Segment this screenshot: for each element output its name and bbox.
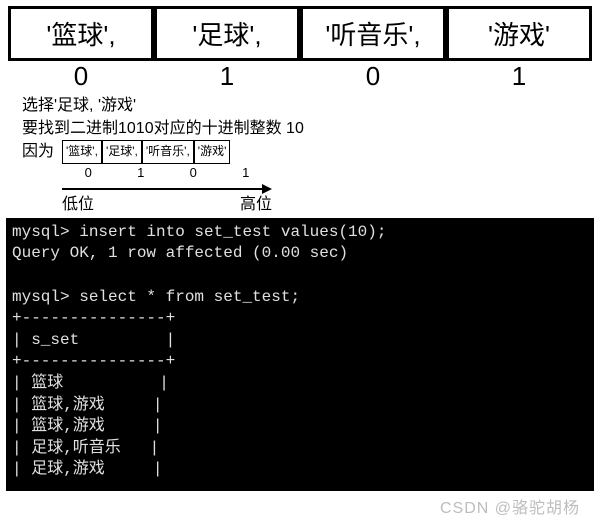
small-cell-2: '听音乐', <box>142 140 194 163</box>
small-index-0: 0 <box>62 164 115 183</box>
small-set-table: '篮球', '足球', '听音乐', '游戏' <box>62 140 272 163</box>
explain-line2: 要找到二进制1010对应的十进制整数 10 <box>22 117 578 140</box>
big-index-3: 1 <box>446 61 592 92</box>
sql-terminal: mysql> insert into set_test values(10); … <box>6 218 594 491</box>
csdn-watermark: CSDN @骆驼胡杨 <box>440 494 580 518</box>
small-table-wrap: '篮球', '足球', '听音乐', '游戏' 0 1 0 1 低位 高位 <box>62 140 272 215</box>
small-cell-1: '足球', <box>102 140 142 163</box>
explain-line1: 选择'足球, '游戏' <box>22 94 578 117</box>
small-index-row: 0 1 0 1 <box>62 164 272 183</box>
small-index-3: 1 <box>220 164 273 183</box>
big-set-table: '篮球', '足球', '听音乐', '游戏' <box>8 6 592 61</box>
big-cell-2: '听音乐', <box>300 6 446 61</box>
high-bit-label: 高位 <box>240 193 272 216</box>
small-index-1: 1 <box>115 164 168 183</box>
big-cell-1: '足球', <box>154 6 300 61</box>
small-cell-3: '游戏' <box>194 140 231 163</box>
big-index-2: 0 <box>300 61 446 92</box>
big-index-0: 0 <box>8 61 154 92</box>
position-labels: 低位 高位 <box>62 193 272 216</box>
big-cell-3: '游戏' <box>446 6 592 61</box>
small-index-2: 0 <box>167 164 220 183</box>
big-cell-0: '篮球', <box>8 6 154 61</box>
big-index-1: 1 <box>154 61 300 92</box>
explain-line3-prefix: 因为 <box>22 140 54 163</box>
explanation-block: 选择'足球, '游戏' 要找到二进制1010对应的十进制整数 10 因为 '篮球… <box>22 94 578 216</box>
big-index-row: 0 1 0 1 <box>8 61 592 92</box>
small-cell-0: '篮球', <box>62 140 102 163</box>
low-bit-label: 低位 <box>62 193 94 216</box>
